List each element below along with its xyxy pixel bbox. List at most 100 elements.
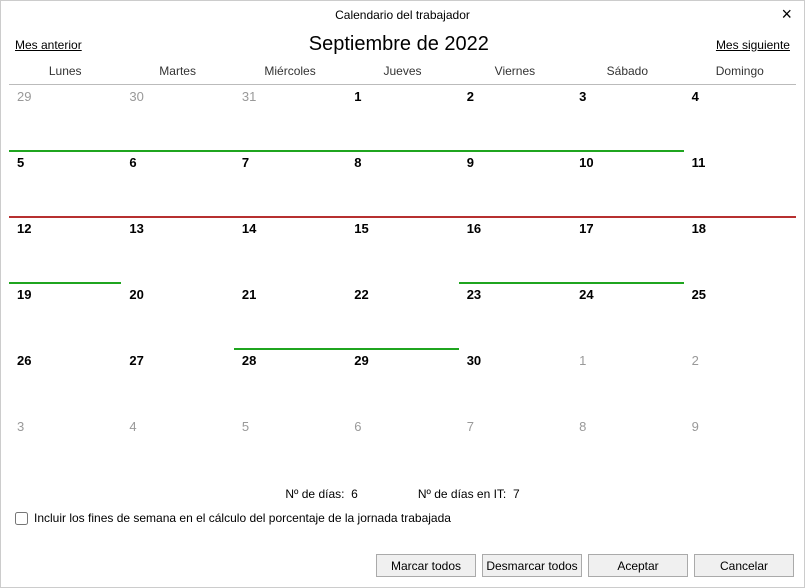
calendar-day[interactable]: 4 bbox=[684, 85, 796, 151]
calendar-day[interactable]: 18 bbox=[684, 217, 796, 283]
day-number: 25 bbox=[692, 287, 706, 302]
green-underline bbox=[571, 282, 683, 284]
green-underline bbox=[459, 282, 571, 284]
calendar-day[interactable]: 30 bbox=[121, 85, 233, 151]
calendar-day[interactable]: 21 bbox=[234, 283, 346, 349]
calendar-day[interactable]: 6 bbox=[121, 151, 233, 217]
day-number: 18 bbox=[692, 221, 706, 236]
calendar-day[interactable]: 8 bbox=[346, 151, 458, 217]
titlebar: Calendario del trabajador × bbox=[1, 1, 804, 29]
close-icon[interactable]: × bbox=[775, 3, 798, 25]
calendar-day[interactable]: 1 bbox=[346, 85, 458, 151]
day-number: 13 bbox=[129, 221, 143, 236]
day-number: 31 bbox=[242, 89, 256, 104]
day-number: 28 bbox=[242, 353, 256, 368]
calendar-day[interactable]: 7 bbox=[459, 415, 571, 481]
day-number: 17 bbox=[579, 221, 593, 236]
calendar-day[interactable]: 4 bbox=[121, 415, 233, 481]
day-number: 30 bbox=[467, 353, 481, 368]
day-number: 21 bbox=[242, 287, 256, 302]
calendar-day[interactable]: 5 bbox=[9, 151, 121, 217]
day-number: 14 bbox=[242, 221, 256, 236]
calendar-day[interactable]: 5 bbox=[234, 415, 346, 481]
day-number: 20 bbox=[129, 287, 143, 302]
calendar-day[interactable]: 9 bbox=[459, 151, 571, 217]
red-underline bbox=[684, 216, 796, 218]
calendar-day[interactable]: 29 bbox=[9, 85, 121, 151]
weekday-label: Viernes bbox=[459, 58, 571, 84]
day-number: 29 bbox=[354, 353, 368, 368]
window-title: Calendario del trabajador bbox=[335, 8, 470, 22]
red-underline bbox=[121, 216, 233, 218]
unmark-all-button[interactable]: Desmarcar todos bbox=[482, 554, 582, 577]
calendar-day[interactable]: 19 bbox=[9, 283, 121, 349]
day-number: 11 bbox=[692, 155, 706, 170]
weekday-label: Jueves bbox=[346, 58, 458, 84]
calendar-grid: 2930311234567891011121314151617181920212… bbox=[9, 85, 796, 481]
red-underline bbox=[571, 216, 683, 218]
calendar-day[interactable]: 26 bbox=[9, 349, 121, 415]
calendar-day[interactable]: 25 bbox=[684, 283, 796, 349]
day-number: 2 bbox=[467, 89, 474, 104]
weekday-label: Miércoles bbox=[234, 58, 346, 84]
include-weekends-row: Incluir los fines de semana en el cálcul… bbox=[1, 509, 804, 535]
calendar-day[interactable]: 9 bbox=[684, 415, 796, 481]
calendar-day[interactable]: 22 bbox=[346, 283, 458, 349]
calendar-day[interactable]: 2 bbox=[684, 349, 796, 415]
calendar-day[interactable]: 3 bbox=[571, 85, 683, 151]
calendar-day[interactable]: 8 bbox=[571, 415, 683, 481]
weekday-label: Lunes bbox=[9, 58, 121, 84]
month-nav: Mes anterior Septiembre de 2022 Mes sigu… bbox=[1, 29, 804, 58]
calendar-day[interactable]: 10 bbox=[571, 151, 683, 217]
button-bar: Marcar todos Desmarcar todos Aceptar Can… bbox=[376, 554, 794, 577]
day-number: 19 bbox=[17, 287, 31, 302]
red-underline bbox=[459, 216, 571, 218]
day-number: 29 bbox=[17, 89, 31, 104]
calendar-day[interactable]: 16 bbox=[459, 217, 571, 283]
calendar-day[interactable]: 1 bbox=[571, 349, 683, 415]
prev-month-link[interactable]: Mes anterior bbox=[15, 38, 82, 52]
calendar-day[interactable]: 6 bbox=[346, 415, 458, 481]
calendar-day[interactable]: 13 bbox=[121, 217, 233, 283]
calendar-day[interactable]: 14 bbox=[234, 217, 346, 283]
calendar-day[interactable]: 20 bbox=[121, 283, 233, 349]
calendar-day[interactable]: 12 bbox=[9, 217, 121, 283]
calendar-day[interactable]: 24 bbox=[571, 283, 683, 349]
cancel-button[interactable]: Cancelar bbox=[694, 554, 794, 577]
calendar-day[interactable]: 15 bbox=[346, 217, 458, 283]
day-number: 24 bbox=[579, 287, 593, 302]
calendar-day[interactable]: 2 bbox=[459, 85, 571, 151]
day-number: 22 bbox=[354, 287, 368, 302]
calendar-day[interactable]: 7 bbox=[234, 151, 346, 217]
mark-all-button[interactable]: Marcar todos bbox=[376, 554, 476, 577]
day-number: 15 bbox=[354, 221, 368, 236]
red-underline bbox=[9, 216, 121, 218]
day-number: 1 bbox=[579, 353, 586, 368]
day-number: 27 bbox=[129, 353, 143, 368]
day-number: 10 bbox=[579, 155, 593, 170]
calendar-day[interactable]: 28 bbox=[234, 349, 346, 415]
include-weekends-label[interactable]: Incluir los fines de semana en el cálcul… bbox=[34, 511, 451, 525]
day-number: 1 bbox=[354, 89, 361, 104]
next-month-link[interactable]: Mes siguiente bbox=[716, 38, 790, 52]
day-number: 30 bbox=[129, 89, 143, 104]
calendar-day[interactable]: 23 bbox=[459, 283, 571, 349]
accept-button[interactable]: Aceptar bbox=[588, 554, 688, 577]
red-underline bbox=[234, 216, 346, 218]
days-count: Nº de días: 6 bbox=[285, 487, 357, 501]
calendar-day[interactable]: 31 bbox=[234, 85, 346, 151]
include-weekends-checkbox[interactable] bbox=[15, 512, 28, 525]
day-number: 4 bbox=[692, 89, 699, 104]
calendar-day[interactable]: 27 bbox=[121, 349, 233, 415]
calendar-day[interactable]: 11 bbox=[684, 151, 796, 217]
day-number: 8 bbox=[579, 419, 586, 434]
calendar-day[interactable]: 17 bbox=[571, 217, 683, 283]
calendar: LunesMartesMiércolesJuevesViernesSábadoD… bbox=[9, 58, 796, 481]
calendar-day[interactable]: 30 bbox=[459, 349, 571, 415]
green-underline bbox=[346, 150, 458, 152]
day-number: 9 bbox=[692, 419, 699, 434]
day-number: 9 bbox=[467, 155, 474, 170]
calendar-day[interactable]: 29 bbox=[346, 349, 458, 415]
day-number: 16 bbox=[467, 221, 481, 236]
calendar-day[interactable]: 3 bbox=[9, 415, 121, 481]
